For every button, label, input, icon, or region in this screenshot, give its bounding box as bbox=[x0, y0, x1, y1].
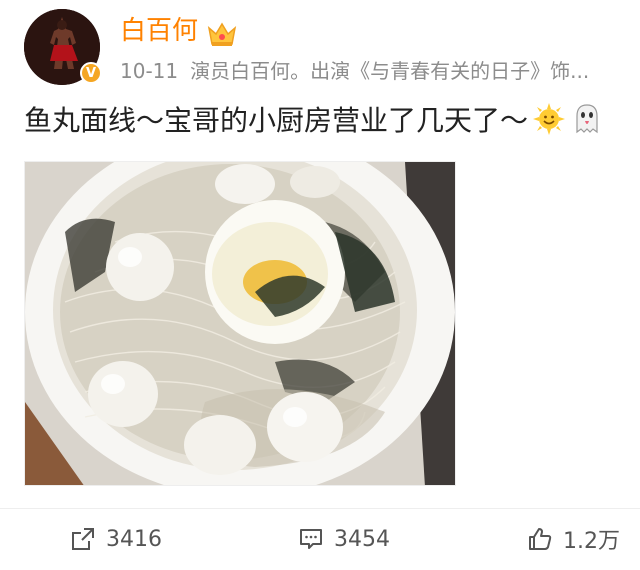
post-text: 鱼丸面线～宝哥的小厨房营业了几天了～ bbox=[24, 102, 604, 140]
divider bbox=[0, 508, 640, 509]
noodle-bowl-photo bbox=[25, 162, 455, 485]
comment-count: 3454 bbox=[334, 526, 390, 552]
post-time: 10-11 bbox=[120, 59, 179, 83]
like-count: 1.2万 bbox=[563, 529, 620, 554]
post-text-content: 鱼丸面线～宝哥的小厨房营业了几天了～ bbox=[24, 104, 529, 137]
repost-icon bbox=[72, 528, 94, 550]
comment-icon bbox=[300, 529, 322, 549]
user-bio: 演员白百何。出演《与青春有关的日子》饰... bbox=[190, 59, 590, 83]
ghost-emoji-icon bbox=[576, 104, 598, 134]
comment-button[interactable]: 3454 bbox=[298, 522, 390, 556]
repost-count: 3416 bbox=[106, 526, 162, 552]
post-image[interactable] bbox=[24, 161, 456, 486]
thumbs-up-icon bbox=[529, 528, 552, 550]
post-meta: 10-11 演员白百何。出演《与青春有关的日子》饰... bbox=[120, 58, 610, 84]
username[interactable]: 白百何 bbox=[120, 14, 198, 48]
verified-badge-icon: V bbox=[80, 62, 102, 84]
crown-icon bbox=[207, 22, 237, 46]
repost-button[interactable]: 3416 bbox=[70, 522, 162, 556]
sun-smiley-emoji-icon bbox=[533, 103, 566, 135]
like-button[interactable]: 1.2万 bbox=[527, 522, 620, 556]
